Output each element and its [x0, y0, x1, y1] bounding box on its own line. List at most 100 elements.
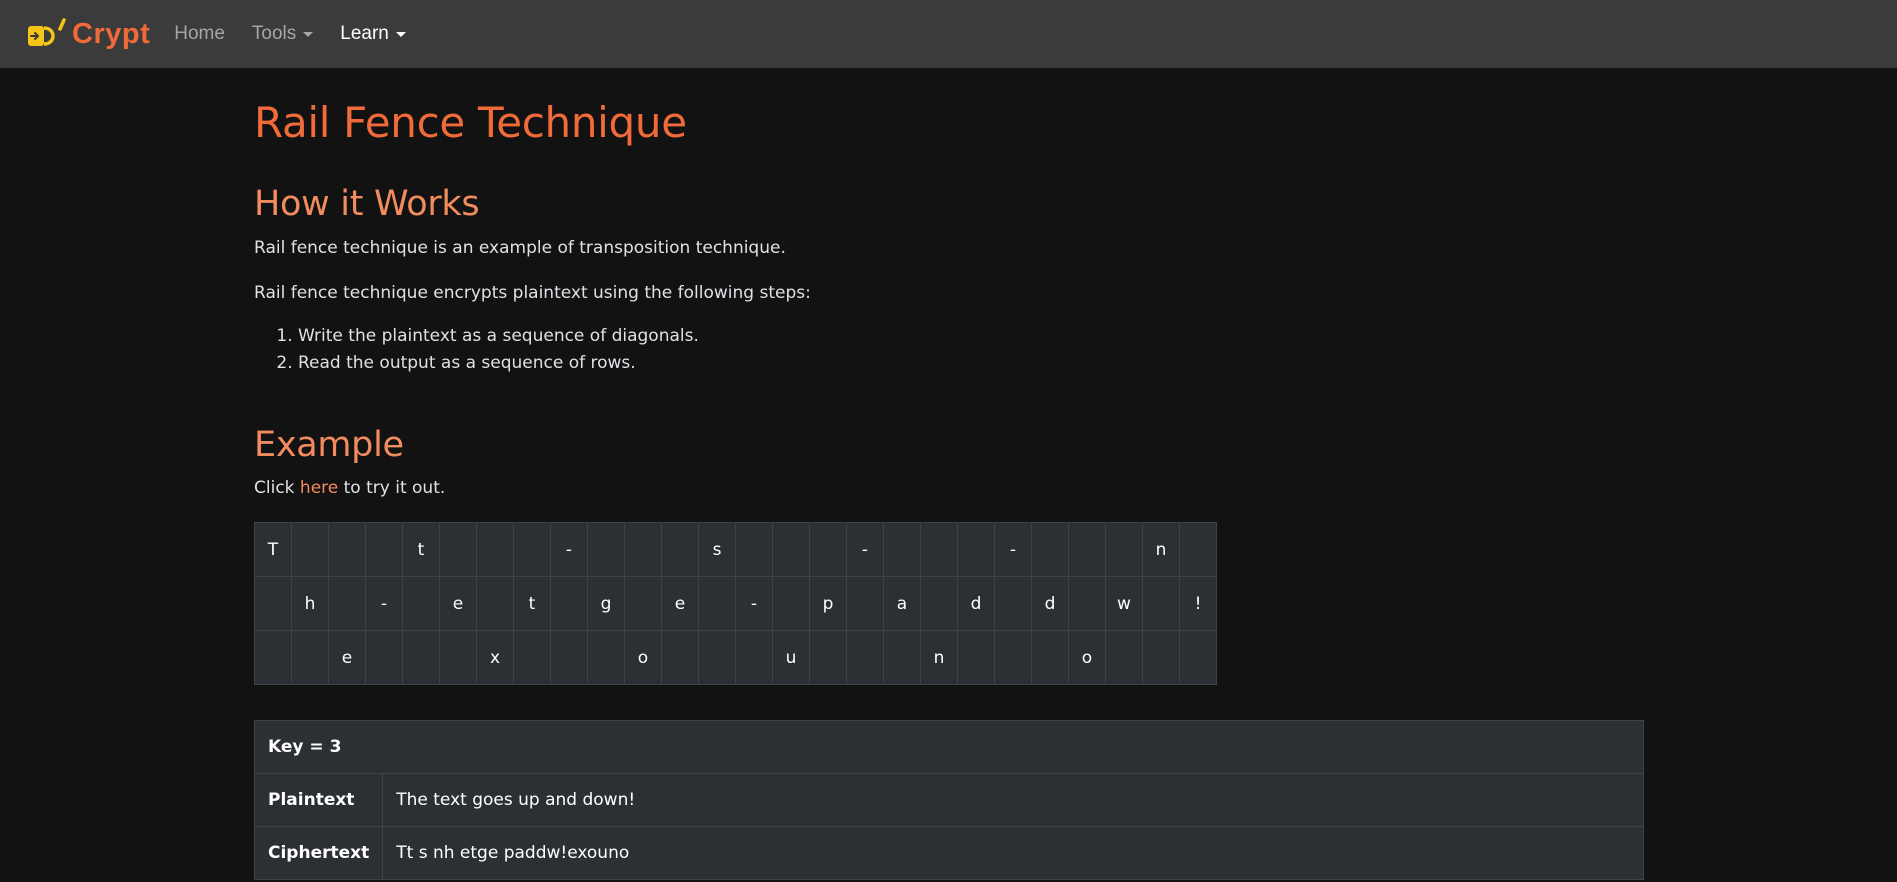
rail-cell	[1179, 522, 1217, 577]
nav-tools-label: Tools	[251, 23, 297, 44]
rail-cell: a	[883, 576, 921, 631]
rail-cell	[402, 576, 440, 631]
example-info-table: Key = 3 Plaintext The text goes up and d…	[253, 720, 1644, 880]
rail-cell	[513, 522, 551, 577]
rail-row: exouno	[254, 630, 1217, 685]
rail-cell: s	[698, 522, 736, 577]
rail-cell: T	[254, 522, 292, 577]
rail-cell	[1031, 630, 1069, 685]
table-row: Key = 3	[254, 720, 1644, 774]
rail-row: h - e t g e - p a d d w!	[254, 576, 1217, 631]
rail-cell	[1068, 522, 1106, 577]
rail-cell	[587, 630, 625, 685]
rail-cell: n	[1142, 522, 1180, 577]
rail-cell: n	[920, 630, 958, 685]
nav-tools-dropdown[interactable]: Tools	[251, 23, 314, 45]
rail-cell: e	[328, 630, 366, 685]
try-suffix: to try it out.	[338, 478, 446, 498]
rail-cell: x	[476, 630, 514, 685]
rail-cell: -	[846, 522, 884, 577]
rail-cell	[439, 630, 477, 685]
rail-cell	[1068, 576, 1106, 631]
plaintext-value: The text goes up and down!	[382, 773, 1644, 827]
table-row: Ciphertext Tt s nh etge paddw!exouno	[253, 826, 1644, 880]
navbar: Crypt Home Tools Learn	[0, 0, 1897, 68]
nav-home[interactable]: Home	[174, 23, 225, 45]
rail-cell	[402, 630, 440, 685]
rail-cell	[254, 630, 292, 685]
rail-cell	[1031, 522, 1069, 577]
rail-cell: h	[291, 576, 329, 631]
rail-cell	[328, 522, 366, 577]
ciphertext-label: Ciphertext	[253, 826, 384, 880]
rail-cell	[550, 630, 588, 685]
rail-cell: t	[402, 522, 440, 577]
rail-cell	[809, 630, 847, 685]
rail-cell	[1142, 630, 1180, 685]
rail-cell: u	[772, 630, 810, 685]
rail-cell	[624, 576, 662, 631]
list-item: Write the plaintext as a sequence of dia…	[298, 323, 699, 350]
rail-cell: p	[809, 576, 847, 631]
rail-cell	[883, 522, 921, 577]
brand-logo[interactable]: Crypt	[26, 17, 150, 51]
rail-cell	[254, 576, 292, 631]
rail-row: Tt - s - - n	[254, 522, 1217, 577]
rail-cell	[846, 630, 884, 685]
rail-cell: e	[661, 576, 699, 631]
try-it-text: Click here to try it out.	[254, 478, 445, 498]
rail-cell	[661, 630, 699, 685]
rail-cell: e	[439, 576, 477, 631]
list-item: Read the output as a sequence of rows.	[298, 350, 699, 377]
rail-cell	[957, 630, 995, 685]
example-heading: Example	[254, 425, 404, 465]
rail-cell	[1105, 630, 1143, 685]
rail-cell	[698, 630, 736, 685]
intro-text: Rail fence technique is an example of tr…	[254, 238, 786, 258]
rail-cell	[291, 522, 329, 577]
rail-cell	[698, 576, 736, 631]
rail-cell	[550, 576, 588, 631]
rail-fence-grid: Tt - s - - n h - e t g e - p a d d w! e x o u n o	[254, 522, 1217, 685]
rail-cell	[291, 630, 329, 685]
table-row: Plaintext The text goes up and down!	[253, 773, 1644, 827]
try-prefix: Click	[254, 478, 300, 498]
rail-cell	[1105, 522, 1143, 577]
ciphertext-value: Tt s nh etge paddw!exouno	[382, 826, 1644, 880]
rail-cell	[994, 630, 1032, 685]
rail-cell: w	[1105, 576, 1143, 631]
rail-cell	[476, 522, 514, 577]
rail-cell: -	[365, 576, 403, 631]
rail-cell	[920, 576, 958, 631]
rail-cell: d	[1031, 576, 1069, 631]
steps-intro-text: Rail fence technique encrypts plaintext …	[254, 283, 811, 303]
rail-cell	[735, 630, 773, 685]
rail-cell	[957, 522, 995, 577]
rail-cell	[513, 630, 551, 685]
try-it-link[interactable]: here	[300, 478, 338, 498]
rail-cell: !	[1179, 576, 1217, 631]
steps-list: Write the plaintext as a sequence of dia…	[254, 323, 699, 377]
rail-cell	[883, 630, 921, 685]
rail-cell: -	[994, 522, 1032, 577]
rail-cell: -	[550, 522, 588, 577]
rail-cell: t	[513, 576, 551, 631]
brand-name: Crypt	[72, 17, 151, 50]
rail-cell	[476, 576, 514, 631]
nav-learn-dropdown[interactable]: Learn	[340, 23, 406, 45]
rail-cell: o	[1068, 630, 1106, 685]
rail-cell	[439, 522, 477, 577]
rail-cell: g	[587, 576, 625, 631]
rail-cell	[1142, 576, 1180, 631]
rail-cell	[772, 576, 810, 631]
rail-cell	[587, 522, 625, 577]
rail-cell	[809, 522, 847, 577]
rail-cell	[328, 576, 366, 631]
nav-home-label: Home	[174, 23, 225, 44]
chevron-down-icon	[395, 32, 406, 37]
key-cell: Key = 3	[254, 720, 1644, 774]
rail-cell	[365, 522, 403, 577]
page-title: Rail Fence Technique	[254, 98, 687, 147]
lock-logo-icon	[28, 18, 66, 46]
rail-cell	[920, 522, 958, 577]
